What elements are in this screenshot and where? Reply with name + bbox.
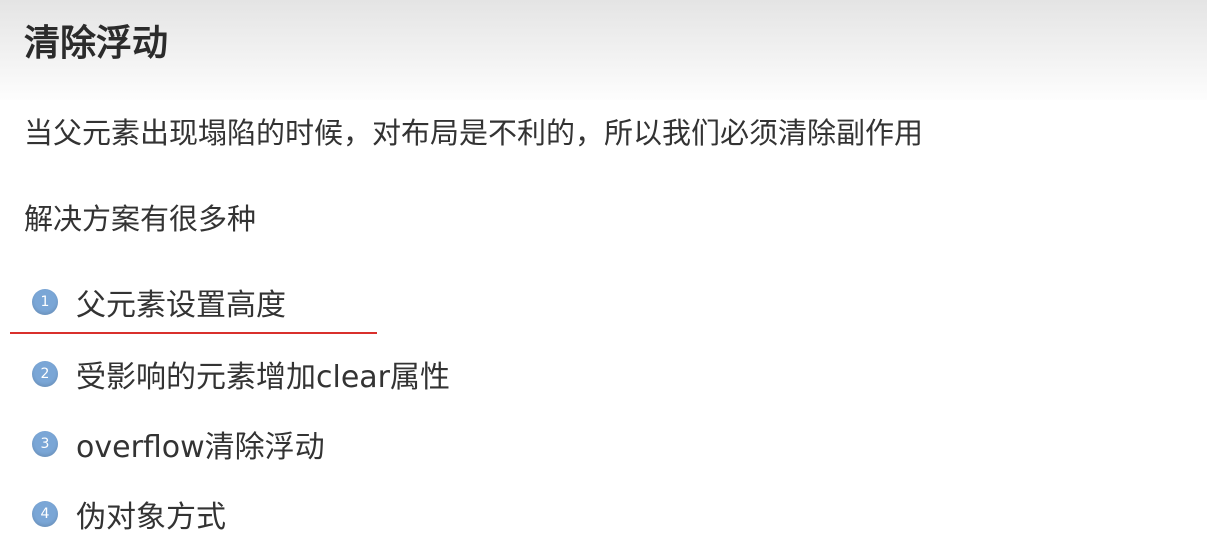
number-badge-icon: 4 <box>32 501 58 527</box>
number-badge-icon: 1 <box>32 289 58 315</box>
list-item: 4 伪对象方式 <box>32 492 226 536</box>
number-badge-icon: 3 <box>32 431 58 457</box>
list-item-label: 伪对象方式 <box>76 500 226 535</box>
list-item: 1 父元素设置高度 <box>32 280 286 324</box>
list-item-label: overflow清除浮动 <box>76 430 325 465</box>
slide-title: 清除浮动 <box>24 23 169 64</box>
list-item: 2 受影响的元素增加clear属性 <box>32 352 450 396</box>
list-item-label: 受影响的元素增加clear属性 <box>76 360 451 395</box>
list-item-label: 父元素设置高度 <box>76 288 286 323</box>
red-underline-annotation <box>10 332 377 334</box>
solutions-paragraph: 解决方案有很多种 <box>24 202 257 236</box>
intro-paragraph: 当父元素出现塌陷的时候，对布局是不利的，所以我们必须清除副作用 <box>24 116 924 150</box>
list-item: 3 overflow清除浮动 <box>32 422 325 466</box>
number-badge-icon: 2 <box>32 361 58 387</box>
slide-header-band <box>0 0 1207 100</box>
